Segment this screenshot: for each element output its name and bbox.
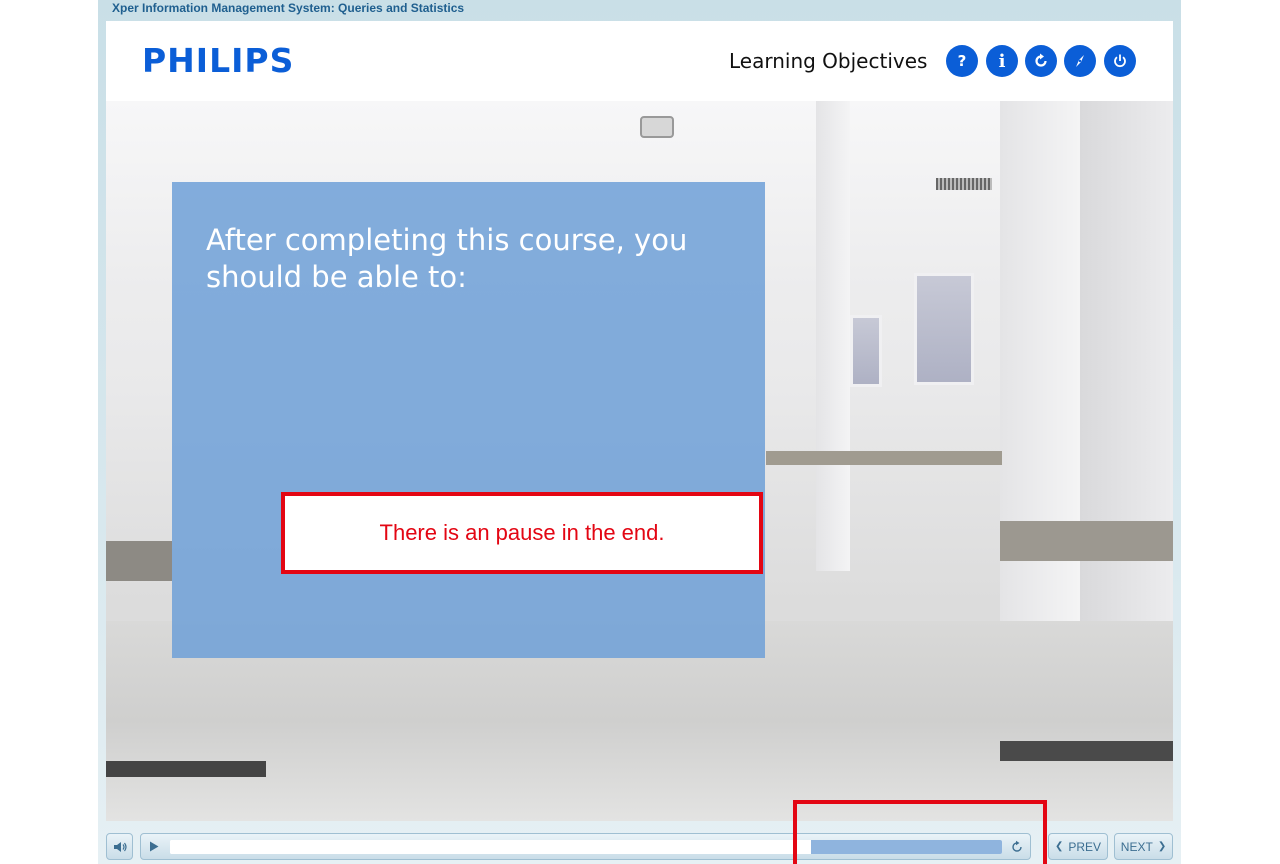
mute-button[interactable] [106,833,133,860]
power-icon [1114,54,1126,68]
philips-logo: PHILIPS [142,41,295,80]
chevron-left-icon: ❮ [1054,841,1064,852]
ceiling-vent [936,178,992,190]
info-icon: i [998,50,1006,72]
annotation-text: There is an pause in the end. [379,520,665,545]
play-button[interactable] [141,834,166,859]
page-title: Learning Objectives [729,49,928,73]
compass-button[interactable] [1064,45,1096,77]
info-button[interactable]: i [986,45,1018,77]
chevron-right-icon: ❯ [1157,841,1167,852]
speaker-icon [113,841,127,852]
learning-objectives-panel: After completing this course, you should… [172,182,765,658]
next-button[interactable]: NEXT ❯ [1114,833,1173,860]
baseboard [106,761,266,777]
annotation-callout: There is an pause in the end. [281,492,763,574]
prev-label: PREV [1068,839,1102,854]
objectives-heading: After completing this course, you should… [206,223,688,294]
progress-played [170,840,811,854]
header-bar: PHILIPS Learning Objectives ? i [106,21,1173,101]
ceiling-light [640,116,674,138]
wall-rail [106,541,172,581]
replay-button[interactable] [1025,45,1057,77]
play-icon [149,841,158,852]
window-title: Xper Information Management System: Quer… [112,1,465,15]
next-label: NEXT [1120,839,1153,854]
exit-button[interactable] [1104,45,1136,77]
annotation-highlight [793,800,1047,864]
replay-icon [1035,53,1047,67]
wall-rail [766,451,1002,465]
slide-stage: After completing this course, you should… [106,101,1173,821]
baseboard [1000,741,1173,761]
hallway-window [914,273,974,385]
help-button[interactable]: ? [946,45,978,77]
prev-button[interactable]: ❮ PREV [1048,833,1108,860]
compass-icon [1076,55,1084,67]
wall-rail [1000,521,1173,561]
help-icon: ? [957,52,967,70]
hallway-window [850,315,882,387]
hallway-pillar [816,101,850,571]
